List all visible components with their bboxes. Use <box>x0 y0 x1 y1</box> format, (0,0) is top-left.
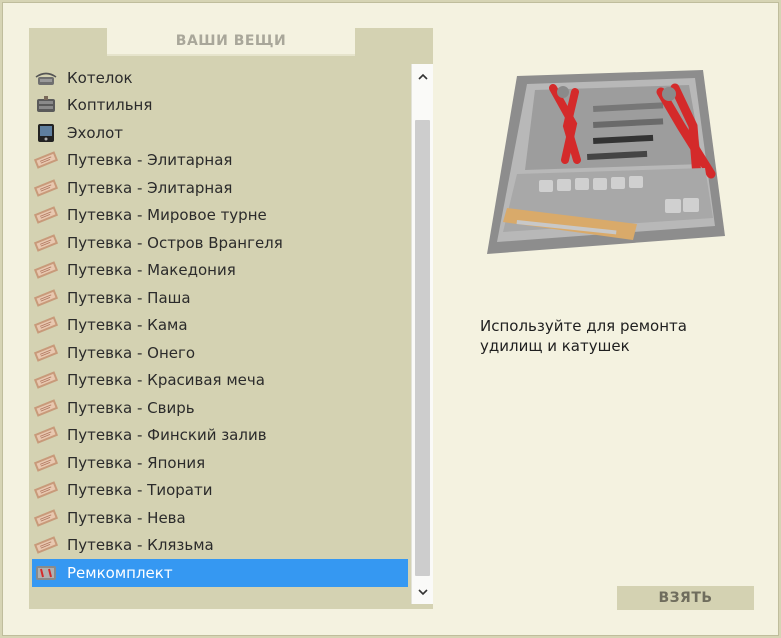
scroll-thumb[interactable] <box>415 120 430 576</box>
ticket-icon <box>33 453 59 473</box>
ticket-icon <box>33 233 59 253</box>
list-item-label: Эхолот <box>67 123 124 142</box>
list-item[interactable]: Путевка - Паша <box>32 284 408 312</box>
ticket-icon <box>33 315 59 335</box>
list-item-label: Ремкомплект <box>67 563 173 582</box>
item-description: Используйте для ремонта удилищ и катушек <box>480 317 687 355</box>
ticket-icon <box>33 425 59 445</box>
pot-icon <box>34 68 58 88</box>
list-item-label: Путевка - Свирь <box>67 398 195 417</box>
list-item[interactable]: Путевка - Элитарная <box>32 174 408 202</box>
list-item-label: Путевка - Паша <box>67 288 191 307</box>
chevron-down-icon <box>417 588 428 595</box>
list-item-label: Путевка - Остров Врангеля <box>67 233 283 252</box>
list-item[interactable]: Путевка - Свирь <box>32 394 408 422</box>
ticket-icon <box>33 343 59 363</box>
ticket-icon <box>33 370 59 390</box>
panel-title: ВАШИ ВЕЩИ <box>107 28 355 54</box>
list-item-label: Путевка - Клязьма <box>67 536 214 555</box>
list-item-label: Путевка - Финский залив <box>67 426 267 445</box>
ticket-icon <box>33 178 59 198</box>
list-item-label: Путевка - Мировое турне <box>67 206 267 225</box>
repair-kit-image <box>477 56 729 284</box>
list-item-label: Путевка - Нева <box>67 508 186 527</box>
chevron-up-icon <box>417 73 428 80</box>
list-item[interactable]: Эхолот <box>32 119 408 147</box>
list-item[interactable]: Путевка - Кама <box>32 312 408 340</box>
list-item[interactable]: Путевка - Македония <box>32 257 408 285</box>
list-item[interactable]: Путевка - Остров Врангеля <box>32 229 408 257</box>
ticket-icon <box>33 288 59 308</box>
list-item-label: Путевка - Элитарная <box>67 151 233 170</box>
list-item[interactable]: Путевка - Онего <box>32 339 408 367</box>
scroll-down-button[interactable] <box>412 580 433 604</box>
list-item[interactable]: Путевка - Клязьма <box>32 532 408 560</box>
list-item[interactable]: Путевка - Япония <box>32 449 408 477</box>
ticket-icon <box>33 480 59 500</box>
list-item-label: Котелок <box>67 68 133 87</box>
list-item[interactable]: Котелок <box>32 64 408 92</box>
scrollbar[interactable] <box>411 64 433 604</box>
list-item[interactable]: Путевка - Элитарная <box>32 147 408 175</box>
scroll-up-button[interactable] <box>412 64 433 88</box>
list-item[interactable]: Путевка - Красивая меча <box>32 367 408 395</box>
ticket-icon <box>33 260 59 280</box>
smokehouse-icon <box>34 95 58 115</box>
ticket-icon <box>33 535 59 555</box>
ticket-icon <box>33 508 59 528</box>
ticket-icon <box>33 150 59 170</box>
ticket-icon <box>33 398 59 418</box>
take-button[interactable]: ВЗЯТЬ <box>617 586 754 610</box>
list-item-label: Путевка - Онего <box>67 343 196 362</box>
list-item[interactable]: Ремкомплект <box>32 559 408 587</box>
echo-sounder-icon <box>34 123 58 143</box>
list-item[interactable]: Путевка - Нева <box>32 504 408 532</box>
list-item-label: Путевка - Красивая меча <box>67 371 265 390</box>
list-item[interactable]: Путевка - Финский залив <box>32 422 408 450</box>
items-list: Котелок Коптильня Эхолот Путевка - Элитарна… <box>32 64 408 594</box>
repair-kit-icon <box>34 563 58 583</box>
list-item-label: Путевка - Македония <box>67 261 236 280</box>
list-item-label: Путевка - Япония <box>67 453 206 472</box>
list-item-label: Путевка - Элитарная <box>67 178 233 197</box>
list-item[interactable]: Путевка - Тиорати <box>32 477 408 505</box>
list-item[interactable]: Коптильня <box>32 92 408 120</box>
list-item[interactable]: Путевка - Мировое турне <box>32 202 408 230</box>
list-item-label: Путевка - Тиорати <box>67 481 213 500</box>
ticket-icon <box>33 205 59 225</box>
list-item-label: Коптильня <box>67 96 153 115</box>
list-item-label: Путевка - Кама <box>67 316 188 335</box>
